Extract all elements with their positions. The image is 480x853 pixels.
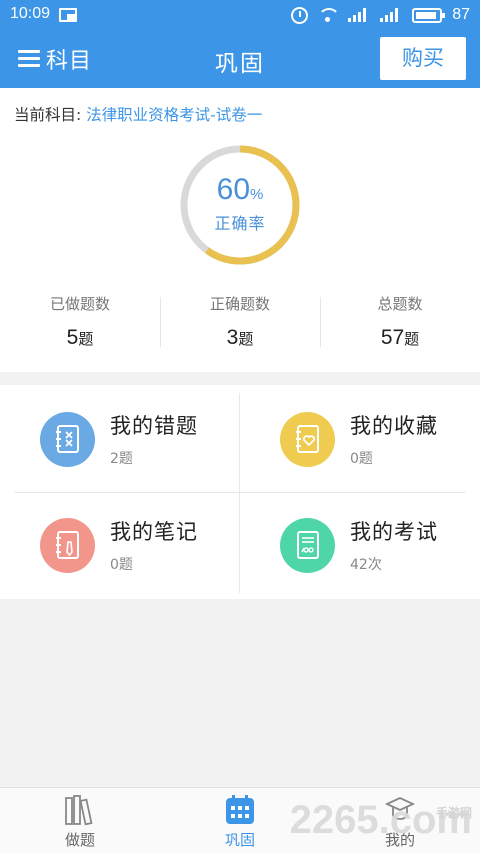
current-subject-label: 当前科目: (14, 106, 82, 124)
wrong-notebook-icon (40, 411, 95, 467)
done-count-unit: 题 (78, 330, 94, 348)
total-count: 总题数 57题 (320, 293, 480, 353)
favorites-label: 我的收藏 (350, 414, 438, 438)
tab-review[interactable]: 巩固 (180, 788, 300, 850)
accuracy-readout: 60% 正确率 (178, 173, 302, 234)
image-notification-icon (59, 8, 77, 22)
total-count-value: 57 (380, 326, 405, 349)
stats-card: 60% 正确率 已做题数 5题 正确题数 3题 总题数 57题 (0, 138, 480, 372)
correct-count: 正确题数 3题 (160, 293, 320, 353)
exams-item[interactable]: 我的考试 42次 (252, 495, 479, 595)
books-icon (20, 788, 140, 826)
favorites-item[interactable]: 我的收藏 0题 (252, 389, 479, 489)
buy-button[interactable]: 购买 (380, 37, 466, 80)
tab-practice-label: 做题 (64, 831, 95, 849)
grid-divider-horizontal (14, 492, 466, 493)
battery-icon (412, 7, 446, 23)
total-count-unit: 题 (404, 330, 420, 348)
signal-icon (348, 8, 370, 22)
calendar-icon (180, 788, 300, 826)
wrong-questions-item[interactable]: 我的错题 2题 (12, 389, 239, 489)
favorite-notebook-icon (280, 411, 335, 467)
status-time: 10:09 (10, 5, 51, 22)
done-count: 已做题数 5题 (0, 293, 160, 353)
accuracy-unit: % (250, 186, 264, 203)
total-count-label: 总题数 (377, 295, 423, 313)
accuracy-value: 60 (216, 173, 251, 206)
notes-notebook-icon (40, 517, 95, 573)
done-count-label: 已做题数 (49, 295, 110, 313)
watermark-logo: 2265.com 手游网 (290, 798, 472, 843)
correct-count-unit: 题 (238, 330, 254, 348)
tab-review-label: 巩固 (224, 831, 255, 849)
watermark-text: 2265 (289, 798, 379, 842)
notes-count: 0题 (110, 557, 133, 573)
current-subject: 当前科目: 法律职业资格考试-试卷一 (0, 88, 480, 138)
grid-divider-vertical (239, 393, 240, 593)
wrong-questions-label: 我的错题 (110, 414, 198, 438)
correct-count-label: 正确题数 (209, 295, 270, 313)
accuracy-label: 正确率 (214, 214, 266, 233)
feature-grid: 我的错题 2题 我的收藏 0题 我的笔记 0题 我的考试 42次 (0, 385, 480, 599)
current-subject-value[interactable]: 法律职业资格考试-试卷一 (86, 106, 262, 124)
notes-item[interactable]: 我的笔记 0题 (12, 495, 239, 595)
done-count-value: 5 (66, 326, 79, 349)
favorites-count: 0题 (350, 451, 373, 467)
count-row: 已做题数 5题 正确题数 3题 总题数 57题 (0, 293, 480, 353)
exam-paper-icon (280, 517, 335, 573)
exams-label: 我的考试 (350, 520, 438, 544)
battery-level: 87 (452, 6, 470, 23)
tab-practice[interactable]: 做题 (20, 788, 140, 850)
exams-count: 42次 (350, 557, 382, 573)
correct-count-value: 3 (226, 326, 239, 349)
status-bar: 10:09 87 (0, 0, 480, 30)
wifi-icon (318, 8, 341, 22)
wrong-questions-count: 2题 (110, 451, 133, 467)
app-header: 科目 巩固 购买 (0, 30, 480, 88)
watermark-sub: 手游网 (435, 806, 472, 820)
signal-4g-icon (380, 8, 402, 22)
alarm-icon (291, 6, 309, 24)
notes-label: 我的笔记 (110, 520, 198, 544)
